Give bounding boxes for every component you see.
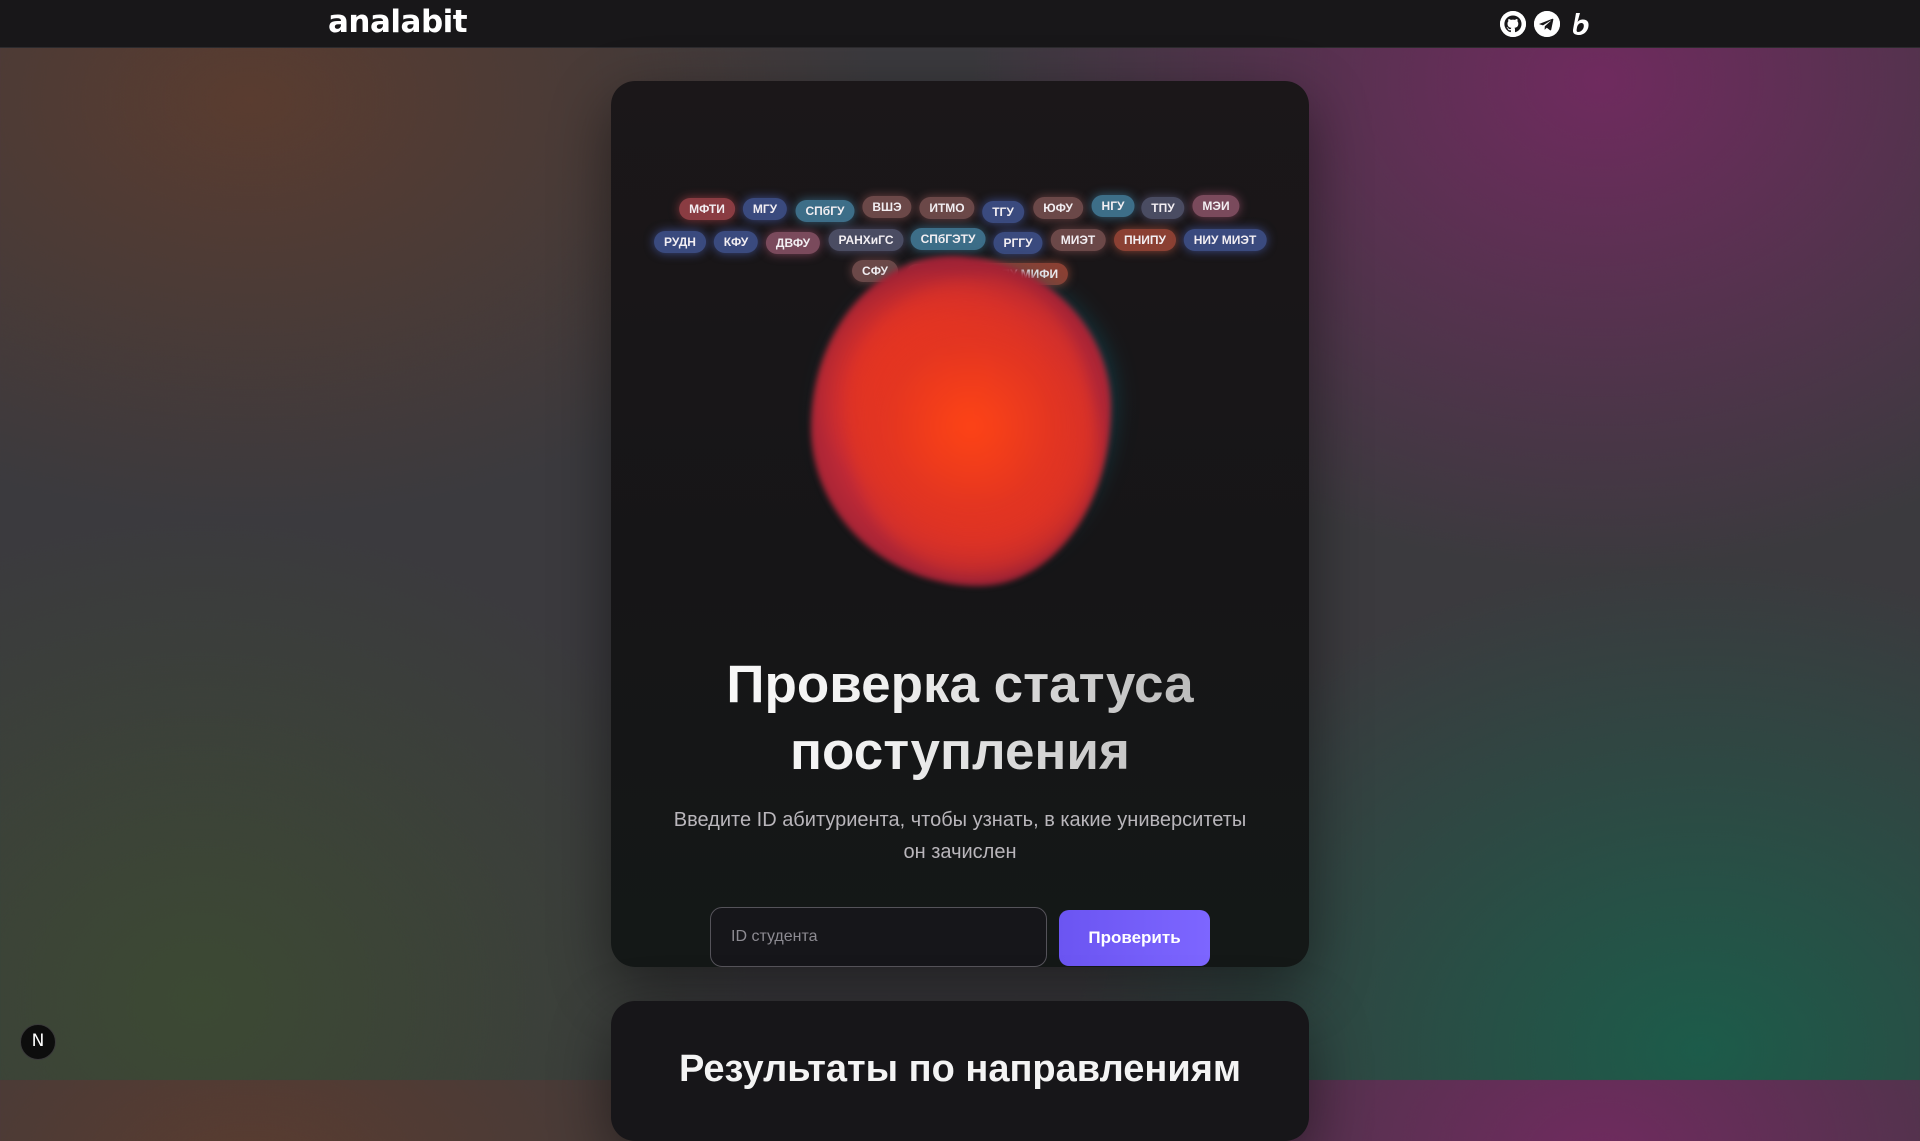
- top-bar: analabit: [0, 0, 1920, 48]
- university-chip: МФТИ: [679, 198, 735, 220]
- dev-tools-badge[interactable]: N: [20, 1024, 56, 1060]
- page-subtitle: Введите ID абитуриента, чтобы узнать, в …: [661, 804, 1259, 868]
- github-icon[interactable]: [1500, 11, 1526, 37]
- university-chip: КФУ: [713, 231, 759, 253]
- university-chips: МФТИ МГУ СПбГУ ВШЭ ИТМО ТГУ ЮФУ НГУ ТПУ МЭИ РУДН КФ…: [611, 81, 1309, 286]
- behance-icon[interactable]: [1568, 11, 1594, 37]
- student-id-input[interactable]: [710, 907, 1047, 967]
- university-chip: МЭИ: [1192, 195, 1240, 217]
- subtitle-line2: он зачислен: [903, 841, 1017, 863]
- check-button[interactable]: Проверить: [1059, 910, 1210, 966]
- results-heading: Результаты по направлениям: [679, 1048, 1241, 1090]
- status-check-card: МФТИ МГУ СПбГУ ВШЭ ИТМО ТГУ ЮФУ НГУ ТПУ МЭИ РУДН КФ…: [611, 81, 1309, 967]
- page-title-line1: Проверка статуса: [726, 655, 1194, 714]
- logo[interactable]: analabit: [328, 4, 468, 40]
- university-chip: РУДН: [654, 231, 706, 253]
- animated-blob: [771, 211, 1151, 651]
- results-card: Результаты по направлениям: [611, 1001, 1309, 1141]
- page-title-line2: поступления: [790, 722, 1130, 781]
- page-title: Проверка статуса поступления: [611, 651, 1309, 785]
- university-chip: НИУ МИЭТ: [1183, 229, 1267, 251]
- subtitle-line1: Введите ID абитуриента, чтобы узнать, в …: [673, 809, 1247, 831]
- telegram-icon[interactable]: [1534, 11, 1560, 37]
